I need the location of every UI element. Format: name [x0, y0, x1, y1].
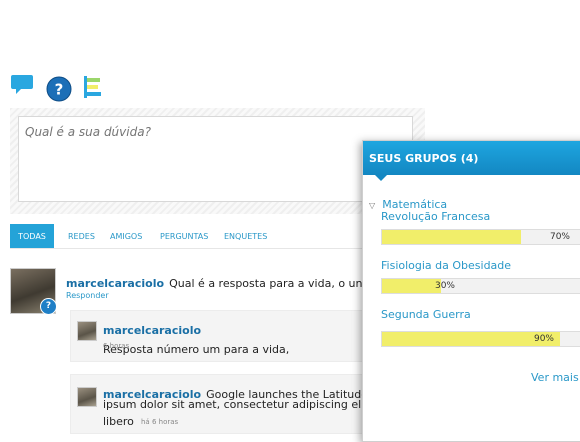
- reply-card: marcelcaraciolo Resposta número um para …: [70, 310, 370, 362]
- reply-username[interactable]: marcelcaraciolo: [103, 324, 201, 337]
- progress-bar: 90%: [381, 331, 580, 347]
- post-username[interactable]: marcelcaraciolo: [66, 277, 164, 290]
- question-badge-icon: ?: [40, 298, 57, 315]
- progress-label: 70%: [549, 232, 570, 242]
- avatar[interactable]: ?: [10, 268, 57, 315]
- tab-redes[interactable]: REDES: [60, 224, 103, 248]
- tab-enquetes[interactable]: ENQUETES: [216, 224, 275, 248]
- progress-fill: [382, 230, 521, 244]
- group-label[interactable]: Fisiologia da Obesidade: [381, 259, 511, 272]
- tab-amigos[interactable]: AMIGOS: [102, 224, 150, 248]
- reply-text-line3: libero: [103, 415, 134, 428]
- reply-timestamp: 6 horas: [103, 342, 130, 350]
- see-more-link[interactable]: Ver mais: [531, 371, 579, 384]
- progress-fill: [382, 279, 442, 293]
- groups-panel: SEUS GRUPOS (4) ▽ Matemática Revolução F…: [362, 140, 580, 442]
- question-input[interactable]: [18, 116, 413, 202]
- svg-text:?: ?: [55, 81, 64, 99]
- post-line: marcelcaraciolo Qual é a resposta para a…: [66, 272, 396, 291]
- groups-panel-title: SEUS GRUPOS (4): [363, 141, 580, 175]
- feed-tabs: TODAS REDES AMIGOS PERGUNTAS ENQUETES: [10, 224, 370, 249]
- group-label[interactable]: Revolução Francesa: [381, 210, 490, 223]
- panel-notch: [375, 175, 387, 181]
- avatar[interactable]: [77, 387, 97, 407]
- progress-bar: 30%: [381, 278, 580, 294]
- question-mark-icon[interactable]: ?: [46, 76, 72, 102]
- reply-line: marcelcaraciolo Resposta número um para …: [103, 319, 369, 357]
- group-label[interactable]: Segunda Guerra: [381, 308, 471, 321]
- tab-perguntas[interactable]: PERGUNTAS: [152, 224, 216, 248]
- reply-link[interactable]: Responder: [66, 291, 109, 300]
- speech-bubble-icon[interactable]: [10, 72, 34, 96]
- progress-label: 90%: [533, 334, 554, 344]
- avatar[interactable]: [77, 321, 97, 341]
- progress-bar: 70%: [381, 229, 580, 245]
- poll-list-icon[interactable]: [84, 76, 108, 100]
- progress-label: 30%: [434, 281, 455, 291]
- reply-text: Resposta número um para a vida,: [103, 343, 290, 356]
- chevron-down-icon: ▽: [369, 201, 376, 210]
- tab-todas[interactable]: TODAS: [10, 224, 54, 248]
